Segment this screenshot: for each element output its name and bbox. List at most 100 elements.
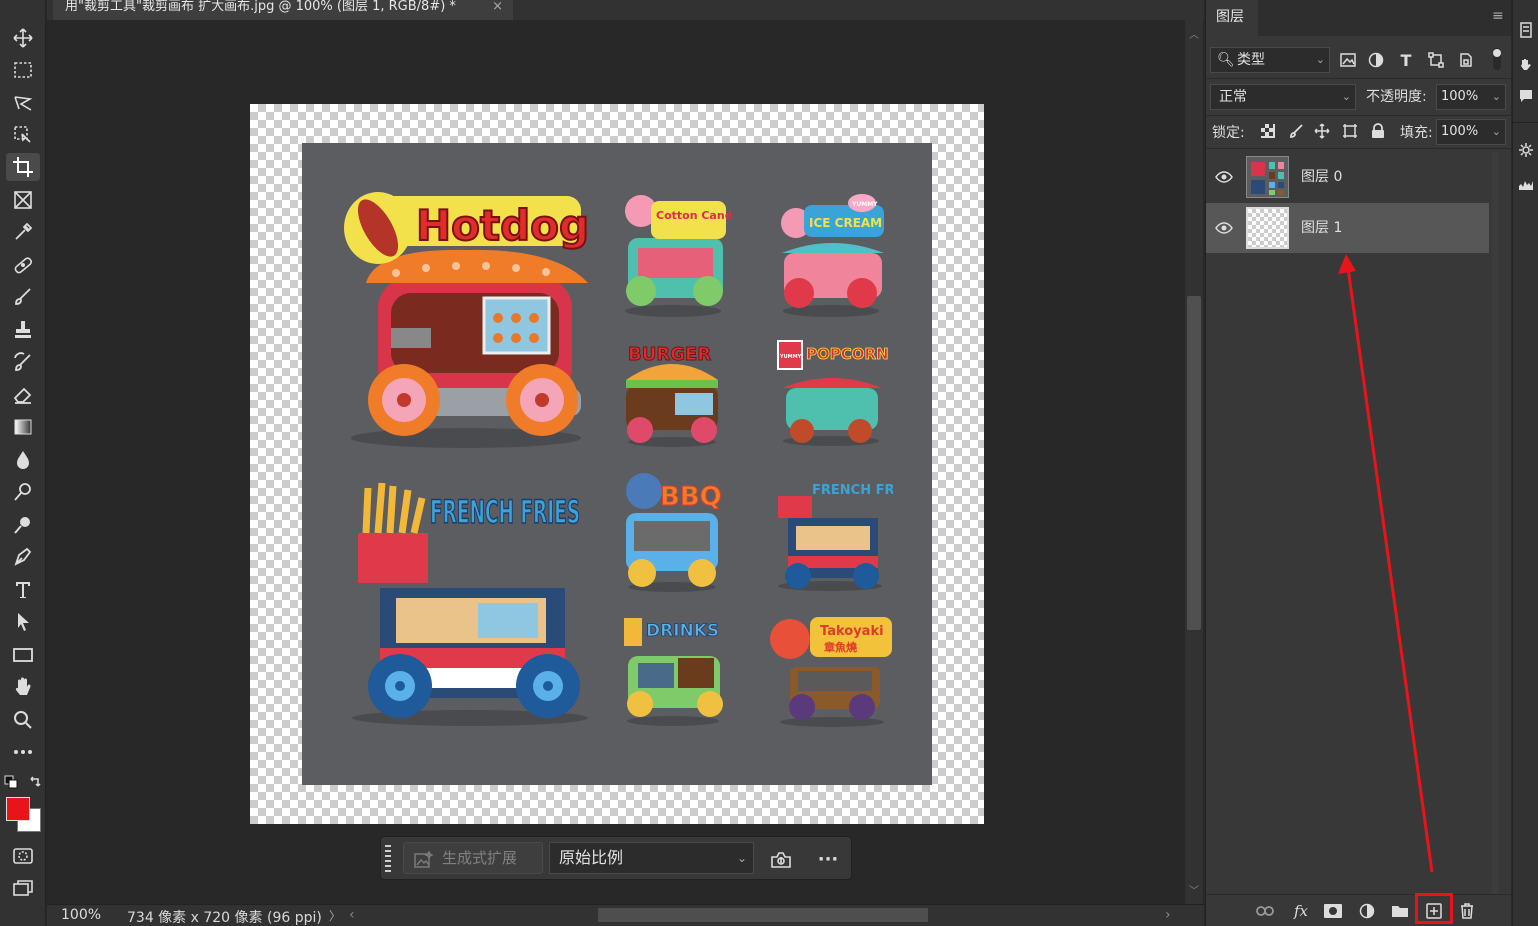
blend-mode-select[interactable]: 正常 ⌄: [1210, 84, 1356, 110]
opacity-label: 不透明度:: [1366, 89, 1427, 105]
healing-brush-tool-icon[interactable]: [6, 251, 40, 279]
dodge-tool-icon[interactable]: [6, 478, 40, 506]
layers-list-scrollbar[interactable]: [1492, 152, 1498, 894]
default-colors-icon[interactable]: [4, 775, 18, 789]
more-options-button[interactable]: ···: [813, 845, 843, 873]
pen-tool-icon[interactable]: [6, 543, 40, 571]
path-select-tool-icon[interactable]: [6, 608, 40, 636]
drag-handle-icon[interactable]: [385, 843, 391, 875]
drinks-cart-illustration: DRINKS: [624, 618, 723, 726]
photoshop-window: 用"裁剪工具"裁剪画布 扩大画布.jpg @ 100% (图层 1, RGB/8…: [0, 0, 1538, 926]
vertical-scroll-thumb[interactable]: [1187, 296, 1201, 630]
eyedropper-tool-icon[interactable]: [6, 218, 40, 246]
visibility-eye-icon[interactable]: [1214, 218, 1234, 238]
lock-position-icon[interactable]: [1312, 120, 1332, 142]
layer-name[interactable]: 图层 1: [1301, 203, 1342, 253]
zoom-tool-icon[interactable]: [6, 706, 40, 734]
link-layers-icon[interactable]: [1254, 900, 1276, 922]
foreground-color-swatch[interactable]: [6, 797, 30, 821]
frame-tool-icon[interactable]: [6, 186, 40, 214]
small-french-fries-cart-illustration: FRENCH FRIES: [778, 483, 893, 591]
layer-row[interactable]: 图层 0: [1206, 152, 1489, 202]
ice-cream-sign-text: ICE CREAM: [809, 216, 882, 230]
lock-all-icon[interactable]: [1368, 120, 1388, 142]
more-tools-icon[interactable]: [6, 738, 40, 766]
panel-menu-icon[interactable]: ≡: [1492, 8, 1504, 24]
burger-sign-text: BURGER: [628, 344, 711, 365]
lock-artboard-icon[interactable]: [1340, 120, 1360, 142]
eraser-tool-icon[interactable]: [6, 381, 40, 409]
panel-divider: [1206, 894, 1511, 895]
burn-tool-icon[interactable]: [6, 511, 40, 539]
gradient-tool-icon[interactable]: [6, 413, 40, 441]
new-adjustment-layer-icon[interactable]: [1356, 900, 1378, 922]
clone-stamp-tool-icon[interactable]: [6, 316, 40, 344]
straighten-icon[interactable]: [767, 845, 795, 873]
panel-icon-comments[interactable]: [1517, 86, 1535, 106]
opacity-value: 100%: [1441, 89, 1479, 104]
add-mask-icon[interactable]: [1322, 900, 1344, 922]
hand-tool-icon[interactable]: [6, 673, 40, 701]
marquee-tool-icon[interactable]: [6, 56, 40, 84]
new-group-folder-icon[interactable]: [1389, 900, 1411, 922]
chevron-down-icon: ⌄: [1491, 125, 1501, 138]
delete-layer-icon[interactable]: [1456, 900, 1478, 922]
layer-name[interactable]: 图层 0: [1301, 152, 1342, 202]
filter-pixel-icon[interactable]: [1336, 48, 1360, 72]
move-tool-icon[interactable]: [6, 24, 40, 52]
status-menu-arrow-icon[interactable]: 〉: [329, 907, 341, 924]
filter-adjustment-icon[interactable]: [1364, 48, 1388, 72]
document-tab-title: 用"裁剪工具"裁剪画布 扩大画布.jpg @ 100% (图层 1, RGB/8…: [65, 0, 456, 14]
panel-icon-libraries[interactable]: [1517, 20, 1535, 40]
scroll-up-icon[interactable]: ︿: [1189, 26, 1199, 41]
lock-image-pixels-icon[interactable]: [1286, 120, 1306, 142]
layer-style-fx-icon[interactable]: fx: [1289, 900, 1313, 922]
cotton-candy-cart-illustration: Cotton Candy: [625, 195, 731, 317]
horizontal-scroll-thumb[interactable]: [598, 908, 928, 922]
opacity-field[interactable]: 100% ⌄: [1436, 84, 1506, 110]
rectangle-tool-icon[interactable]: [6, 641, 40, 669]
aspect-ratio-select[interactable]: 原始比例 ⌄: [549, 842, 754, 874]
generative-expand-label: 生成式扩展: [442, 849, 518, 867]
swap-colors-icon[interactable]: [28, 775, 42, 789]
screen-mode-icon[interactable]: [6, 874, 40, 902]
filter-kind-select[interactable]: 🔍︎ 类型 ⌄: [1210, 47, 1330, 73]
collapsed-panels-strip: [1512, 0, 1538, 926]
zoom-level[interactable]: 100%: [61, 907, 101, 923]
filter-shape-icon[interactable]: [1424, 48, 1448, 72]
filter-smart-object-icon[interactable]: [1454, 48, 1478, 72]
panel-icon-hand[interactable]: [1517, 54, 1535, 74]
filter-toggle-switch[interactable]: [1490, 46, 1504, 72]
scroll-down-icon[interactable]: ﹀: [1189, 882, 1199, 897]
lock-label: 锁定:: [1212, 125, 1245, 141]
lock-transparent-pixels-icon[interactable]: [1258, 120, 1278, 142]
small-french-fries-sign-text: FRENCH FRIES: [812, 483, 893, 498]
chevron-down-icon: ⌄: [1315, 53, 1325, 66]
french-fries-sign-text: FRENCH FRIES: [430, 493, 580, 531]
scroll-left-icon[interactable]: ‹: [349, 907, 355, 923]
blur-tool-icon[interactable]: [6, 446, 40, 474]
fill-field[interactable]: 100% ⌄: [1436, 119, 1506, 145]
close-tab-icon[interactable]: ×: [492, 0, 503, 14]
document-tab[interactable]: 用"裁剪工具"裁剪画布 扩大画布.jpg @ 100% (图层 1, RGB/8…: [53, 0, 513, 20]
visibility-eye-icon[interactable]: [1214, 167, 1234, 187]
panel-icon-histogram[interactable]: [1517, 174, 1535, 194]
layer-row-selected[interactable]: 图层 1: [1206, 203, 1489, 253]
type-tool-icon[interactable]: [6, 576, 40, 604]
document-info[interactable]: 734 像素 x 720 像素 (96 ppi): [127, 907, 322, 926]
crop-tool-icon[interactable]: [6, 153, 40, 181]
panel-icon-adjust[interactable]: [1517, 140, 1535, 160]
layer-thumbnail: [1246, 156, 1289, 198]
strip-divider: [1513, 122, 1538, 123]
scroll-right-icon[interactable]: ›: [1165, 907, 1171, 923]
object-select-tool-icon[interactable]: [6, 121, 40, 149]
quick-mask-icon[interactable]: [6, 842, 40, 870]
history-brush-tool-icon[interactable]: [6, 348, 40, 376]
brush-tool-icon[interactable]: [6, 283, 40, 311]
generative-expand-icon: [414, 849, 434, 868]
annotation-arrow: [1338, 254, 1434, 873]
lasso-tool-icon[interactable]: [6, 89, 40, 117]
filter-type-icon[interactable]: T: [1394, 48, 1418, 72]
generative-expand-button[interactable]: 生成式扩展: [403, 842, 543, 874]
layers-tab[interactable]: 图层: [1206, 0, 1258, 36]
